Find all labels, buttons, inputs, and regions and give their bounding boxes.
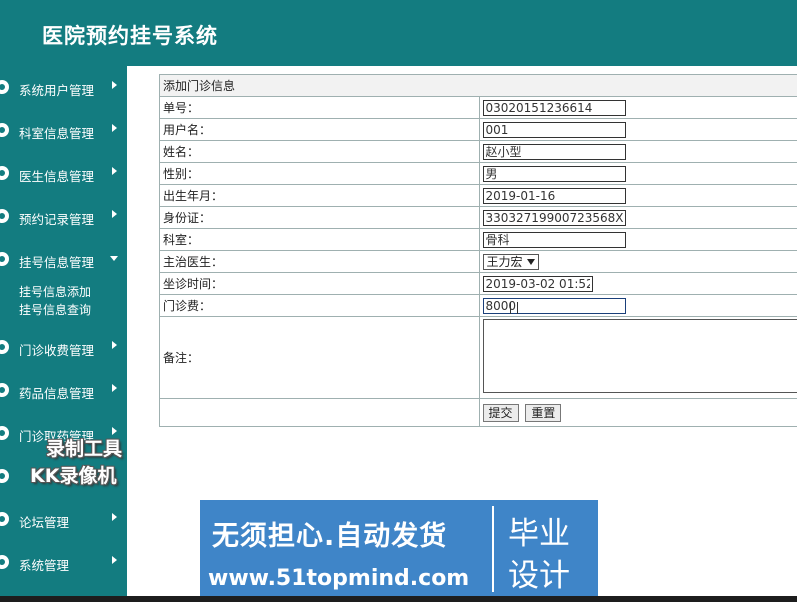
- form-row-order-no: 单号：: [159, 96, 797, 119]
- order-no-label: 单号：: [159, 96, 480, 119]
- visit-time-label: 坐诊时间：: [159, 272, 480, 295]
- misc-icon: [0, 469, 9, 483]
- sidebar-item-forum[interactable]: 论坛管理: [0, 503, 127, 537]
- id-card-input[interactable]: [482, 209, 626, 226]
- forum-icon: [0, 512, 9, 526]
- form-row-visit-time: 坐诊时间：: [159, 272, 797, 295]
- billing-icon: [0, 340, 9, 354]
- chevron-right-icon: [112, 341, 117, 349]
- promo-banner: 无须担心.自动发货 www.51topmind.com 毕业 设计: [200, 500, 598, 600]
- form-row-gender: 性别：: [159, 162, 797, 185]
- chevron-right-icon: [112, 124, 117, 132]
- form-row-remarks: 备注：: [159, 316, 797, 399]
- settings-icon: [0, 555, 9, 569]
- sidebar-item-registration[interactable]: 挂号信息管理: [0, 243, 127, 277]
- chevron-right-icon: [112, 427, 117, 435]
- gender-label: 性别：: [159, 162, 480, 185]
- chevron-right-icon: [112, 81, 117, 89]
- sidebar-item-appointments[interactable]: 预约记录管理: [0, 200, 127, 234]
- doctor-icon: [0, 166, 9, 180]
- recorder-watermark: 录制工具 KK录像机: [30, 438, 123, 487]
- text-cursor-icon: [510, 302, 518, 314]
- app-title: 医院预约挂号系统: [42, 23, 218, 48]
- sidebar-item-system-users[interactable]: 系统用户管理: [0, 71, 127, 105]
- birth-date-label: 出生年月：: [159, 184, 480, 207]
- sidebar-item-doctors[interactable]: 医生信息管理: [0, 157, 127, 191]
- username-input[interactable]: [482, 121, 626, 138]
- user-icon: [0, 80, 9, 94]
- remarks-textarea[interactable]: [482, 319, 797, 393]
- order-no-input[interactable]: [482, 99, 626, 116]
- doctor-select[interactable]: 王力宏: [482, 253, 539, 270]
- form-row-username: 用户名：: [159, 118, 797, 141]
- form-section-title: 添加门诊信息: [159, 74, 797, 97]
- dropdown-arrow-icon: [526, 258, 535, 265]
- banner-slogan: 无须担心.自动发货: [212, 521, 448, 552]
- birth-date-input[interactable]: [482, 187, 626, 204]
- doctor-label: 主治医生：: [159, 250, 480, 273]
- medicine-icon: [0, 383, 9, 397]
- department-input[interactable]: [482, 231, 626, 248]
- registration-icon: [0, 252, 9, 266]
- banner-url: www.51topmind.com: [208, 566, 470, 591]
- name-label: 姓名：: [159, 140, 480, 163]
- chevron-right-icon: [112, 556, 117, 564]
- submit-button[interactable]: 提交: [482, 403, 519, 422]
- clinic-info-form: 添加门诊信息 单号： 用户名： 姓名： 性别： 出生年月： 身份证： 科室： 主…: [159, 74, 797, 427]
- visit-time-input[interactable]: [482, 275, 593, 292]
- name-input[interactable]: [482, 143, 626, 160]
- gender-input[interactable]: [482, 165, 626, 182]
- fee-input[interactable]: [482, 297, 626, 314]
- sidebar-item-billing[interactable]: 门诊收费管理: [0, 331, 127, 365]
- reset-button[interactable]: 重置: [525, 403, 562, 422]
- username-label: 用户名：: [159, 118, 480, 141]
- chevron-right-icon: [112, 167, 117, 175]
- doctor-select-value: 王力宏: [486, 254, 523, 269]
- chevron-down-icon: [110, 256, 118, 261]
- department-icon: [0, 123, 9, 137]
- form-row-name: 姓名：: [159, 140, 797, 163]
- id-card-label: 身份证：: [159, 206, 480, 229]
- form-section-header: 添加门诊信息: [159, 74, 797, 97]
- sidebar: 系统用户管理 科室信息管理 医生信息管理 预约记录管理 挂号信息管理 挂号信息添…: [0, 66, 127, 596]
- appointment-icon: [0, 209, 9, 223]
- sidebar-item-medicine[interactable]: 药品信息管理: [0, 374, 127, 408]
- sidebar-subitem-registration-query[interactable]: 挂号信息查询: [19, 301, 91, 318]
- app-header: 医院预约挂号系统: [0, 0, 797, 66]
- sidebar-subitem-registration-add[interactable]: 挂号信息添加: [19, 283, 91, 300]
- chevron-right-icon: [112, 513, 117, 521]
- remarks-label: 备注：: [159, 316, 480, 399]
- sidebar-item-system[interactable]: 系统管理: [0, 546, 127, 580]
- banner-tag: 毕业 设计: [492, 506, 588, 594]
- form-row-department: 科室：: [159, 228, 797, 251]
- form-row-doctor: 主治医生： 王力宏: [159, 250, 797, 273]
- pharmacy-icon: [0, 426, 9, 440]
- chevron-right-icon: [112, 384, 117, 392]
- form-row-id-card: 身份证：: [159, 206, 797, 229]
- sidebar-item-departments[interactable]: 科室信息管理: [0, 114, 127, 148]
- department-label: 科室：: [159, 228, 480, 251]
- taskbar-strip: [0, 596, 797, 602]
- form-row-birth-date: 出生年月：: [159, 184, 797, 207]
- chevron-right-icon: [112, 210, 117, 218]
- form-row-actions: 提交 重置: [159, 398, 797, 427]
- fee-label: 门诊费：: [159, 294, 480, 317]
- form-row-fee: 门诊费：: [159, 294, 797, 317]
